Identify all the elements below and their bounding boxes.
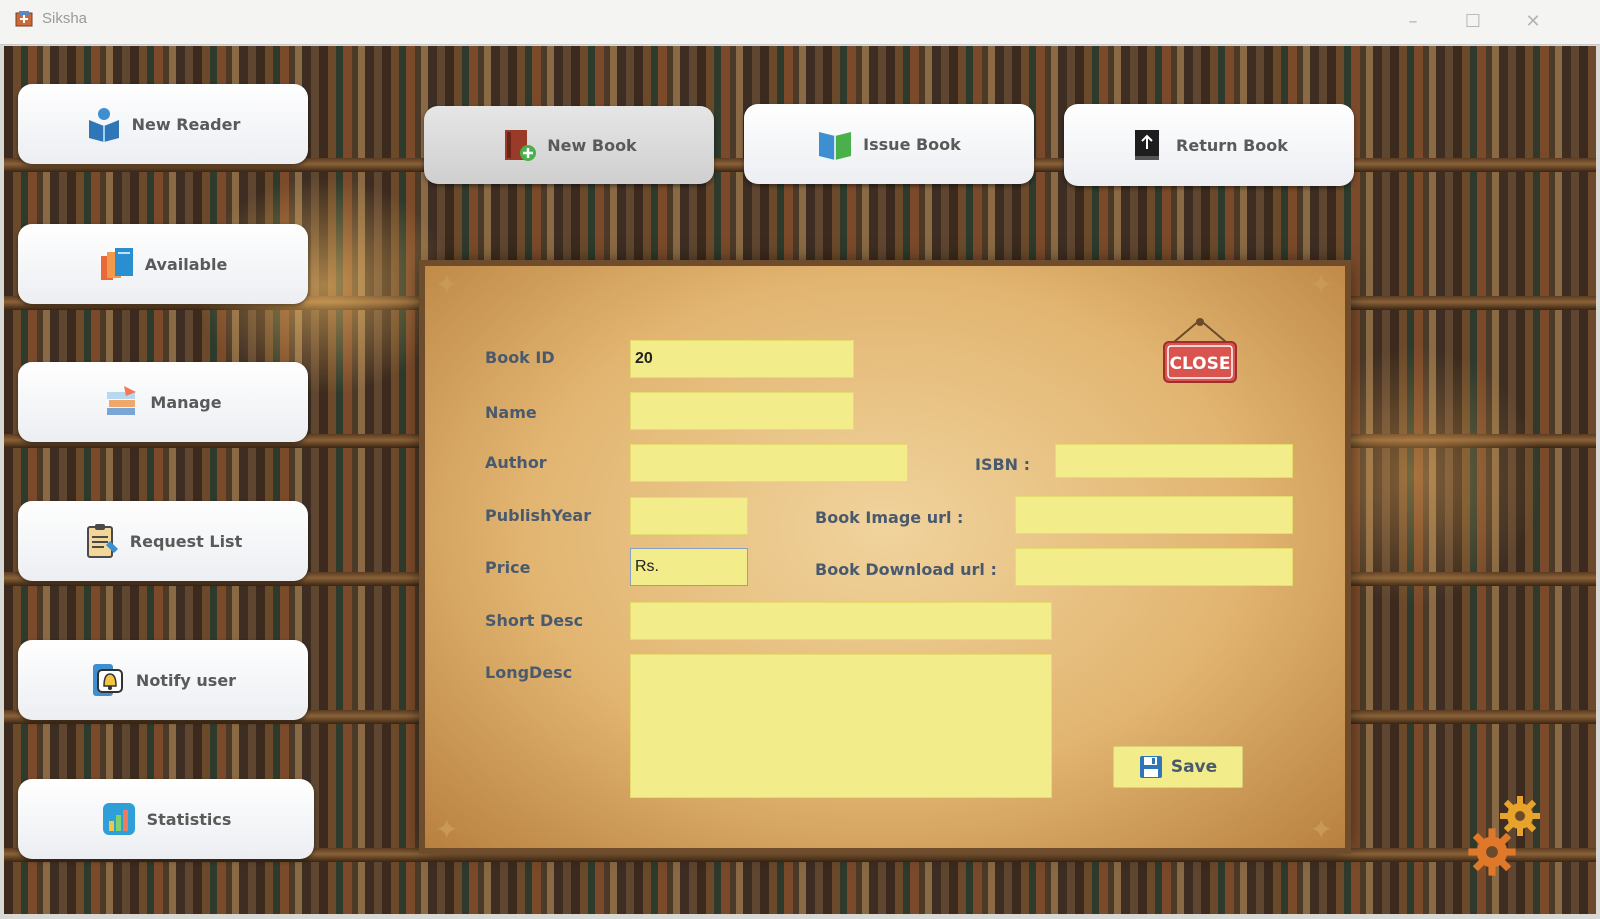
return-book-icon <box>1135 130 1160 160</box>
statistics-label: Statistics <box>146 809 232 829</box>
statistics-button[interactable]: Statistics <box>18 779 314 859</box>
book-image-url-label: Book Image url : <box>815 508 964 527</box>
issue-book-icon <box>819 132 852 160</box>
isbn-label: ISBN : <box>975 455 1031 474</box>
short-desc-label: Short Desc <box>485 611 584 630</box>
book-id-field[interactable] <box>630 340 854 378</box>
window-title: Siksha <box>42 10 88 27</box>
publish-year-label: PublishYear <box>485 506 592 525</box>
name-label: Name <box>485 403 537 422</box>
new-reader-button[interactable]: New Reader <box>18 84 308 164</box>
gear-icon[interactable] <box>1466 826 1518 878</box>
return-book-label: Return Book <box>1176 135 1288 155</box>
short-desc-field[interactable] <box>630 602 1052 640</box>
minimize-button[interactable]: – <box>1398 8 1428 36</box>
new-book-label: New Book <box>547 135 637 155</box>
isbn-field[interactable] <box>1055 444 1293 478</box>
long-desc-label: LongDesc <box>485 663 573 682</box>
clipboard-icon <box>86 524 118 558</box>
notify-user-button[interactable]: Notify user <box>18 640 308 720</box>
app-icon <box>15 11 33 27</box>
notify-user-label: Notify user <box>135 670 237 690</box>
author-field[interactable] <box>630 444 908 482</box>
long-desc-textarea[interactable] <box>630 654 1052 798</box>
corner-star-icon: ✦ <box>1309 268 1333 301</box>
issue-book-label: Issue Book <box>863 134 961 154</box>
available-label: Available <box>144 254 228 274</box>
book-download-url-field[interactable] <box>1015 548 1293 586</box>
save-label: Save <box>1170 757 1218 777</box>
book-image-url-field[interactable] <box>1015 496 1293 534</box>
floppy-disk-icon <box>1139 756 1162 778</box>
name-field[interactable] <box>630 392 854 430</box>
new-book-form-panel: ✦ ✦ ✦ ✦ Book ID Name Author ISBN : Publi… <box>425 266 1345 848</box>
return-book-button[interactable]: Return Book <box>1064 104 1354 186</box>
new-reader-label: New Reader <box>131 114 241 134</box>
manage-books-icon <box>107 386 137 415</box>
request-list-label: Request List <box>129 531 243 551</box>
statistics-chart-icon <box>102 803 135 835</box>
close-sign-button[interactable]: CLOSE <box>1160 316 1240 386</box>
manage-button[interactable]: Manage <box>18 362 308 442</box>
books-stack-icon <box>100 248 133 280</box>
maximize-button[interactable]: ☐ <box>1458 8 1488 36</box>
close-sign-icon <box>1163 318 1237 383</box>
price-field[interactable] <box>630 548 748 586</box>
author-label: Author <box>485 453 547 472</box>
corner-star-icon: ✦ <box>435 268 459 301</box>
new-book-icon <box>505 130 537 161</box>
book-download-url-label: Book Download url : <box>815 560 997 579</box>
request-list-button[interactable]: Request List <box>18 501 308 581</box>
available-button[interactable]: Available <box>18 224 308 304</box>
corner-star-icon: ✦ <box>435 813 459 846</box>
new-book-button[interactable]: New Book <box>424 106 714 184</box>
close-window-button[interactable]: ✕ <box>1518 8 1548 36</box>
notification-bell-icon <box>92 664 123 696</box>
corner-star-icon: ✦ <box>1309 813 1333 846</box>
book-id-label: Book ID <box>485 348 555 367</box>
window-titlebar: Siksha – ☐ ✕ <box>0 0 1600 45</box>
price-label: Price <box>485 558 531 577</box>
manage-label: Manage <box>150 392 222 412</box>
reader-book-icon <box>88 108 119 142</box>
publish-year-field[interactable] <box>630 497 748 535</box>
save-button[interactable]: Save <box>1113 746 1243 788</box>
issue-book-button[interactable]: Issue Book <box>744 104 1034 184</box>
close-sign-label: CLOSE <box>1169 354 1231 374</box>
